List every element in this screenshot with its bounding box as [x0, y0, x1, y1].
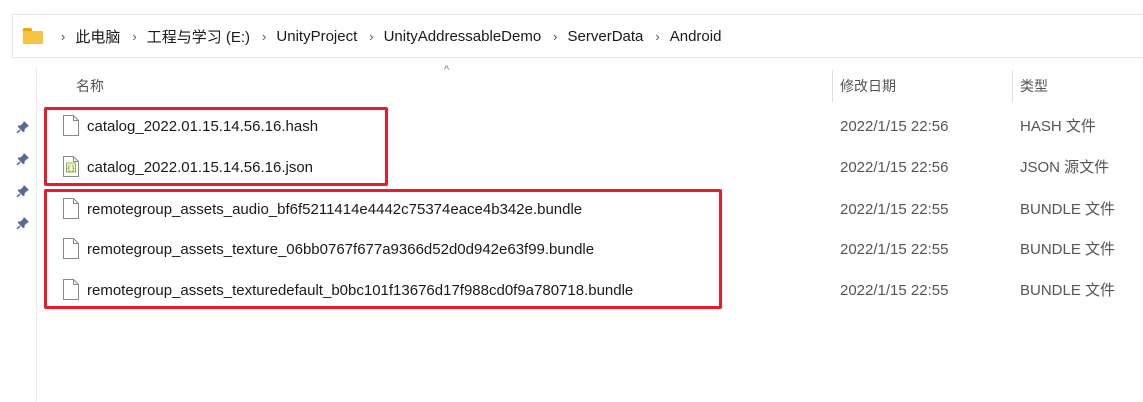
- file-date-modified: 2022/1/15 22:55: [840, 201, 949, 218]
- file-row[interactable]: remotegroup_assets_audio_bf6f5211414e444…: [50, 190, 1143, 230]
- navigation-pane: [0, 66, 37, 402]
- file-name: catalog_2022.01.15.14.56.16.hash: [87, 118, 319, 135]
- breadcrumb-item-unityproject[interactable]: UnityProject: [276, 28, 357, 45]
- blank-file-icon: [63, 238, 79, 259]
- file-name: remotegroup_assets_texturedefault_b0bc10…: [87, 282, 634, 299]
- column-divider[interactable]: [1012, 70, 1013, 102]
- file-date-modified: 2022/1/15 22:56: [840, 159, 949, 176]
- column-divider[interactable]: [832, 70, 833, 102]
- file-row[interactable]: {} catalog_2022.01.15.14.56.16.json 2022…: [50, 148, 1143, 188]
- breadcrumb-item-serverdata[interactable]: ServerData: [568, 28, 644, 45]
- breadcrumb-chevron-icon[interactable]: ›: [553, 29, 557, 44]
- pin-icon[interactable]: [16, 216, 30, 230]
- file-type: BUNDLE 文件: [1020, 241, 1116, 258]
- breadcrumb-chevron-icon[interactable]: ›: [655, 29, 659, 44]
- column-header-date-modified[interactable]: 修改日期: [840, 70, 896, 102]
- pin-icon[interactable]: [16, 184, 30, 198]
- sort-ascending-icon: ^: [444, 64, 450, 76]
- breadcrumb-chevron-icon[interactable]: ›: [369, 29, 373, 44]
- file-name: remotegroup_assets_texture_06bb0767f677a…: [87, 241, 595, 258]
- file-row[interactable]: remotegroup_assets_texture_06bb0767f677a…: [50, 230, 1143, 270]
- breadcrumb-chevron-icon[interactable]: ›: [262, 29, 266, 44]
- file-date-modified: 2022/1/15 22:55: [840, 282, 949, 299]
- breadcrumb-item-android[interactable]: Android: [670, 28, 722, 45]
- file-row[interactable]: catalog_2022.01.15.14.56.16.hash 2022/1/…: [50, 107, 1143, 147]
- file-name: remotegroup_assets_audio_bf6f5211414e444…: [87, 201, 583, 218]
- pin-icon[interactable]: [16, 152, 30, 166]
- file-type: HASH 文件: [1020, 118, 1096, 135]
- breadcrumb-chevron-icon[interactable]: ›: [61, 29, 65, 44]
- breadcrumb-item-this-pc[interactable]: 此电脑: [75, 26, 120, 47]
- file-name: catalog_2022.01.15.14.56.16.json: [87, 159, 314, 176]
- folder-icon: [23, 28, 43, 44]
- file-type: BUNDLE 文件: [1020, 282, 1116, 299]
- breadcrumb-item-unityaddressabledemo[interactable]: UnityAddressableDemo: [384, 28, 542, 45]
- file-row[interactable]: remotegroup_assets_texturedefault_b0bc10…: [50, 271, 1143, 311]
- blank-file-icon: [63, 115, 79, 136]
- svg-text:{}: {}: [67, 165, 75, 173]
- column-header-type[interactable]: 类型: [1020, 70, 1048, 102]
- file-date-modified: 2022/1/15 22:55: [840, 241, 949, 258]
- file-type: BUNDLE 文件: [1020, 201, 1116, 218]
- breadcrumb-item-drive-e[interactable]: 工程与学习 (E:): [147, 26, 250, 47]
- blank-file-icon: [63, 198, 79, 219]
- pin-icon[interactable]: [16, 120, 30, 134]
- file-type: JSON 源文件: [1020, 159, 1110, 176]
- blank-file-icon: [63, 279, 79, 300]
- column-header-name[interactable]: 名称: [76, 70, 104, 102]
- address-bar[interactable]: › 此电脑 › 工程与学习 (E:) › UnityProject › Unit…: [12, 14, 1143, 58]
- file-date-modified: 2022/1/15 22:56: [840, 118, 949, 135]
- breadcrumb-chevron-icon[interactable]: ›: [132, 29, 136, 44]
- json-file-icon: {}: [63, 156, 79, 177]
